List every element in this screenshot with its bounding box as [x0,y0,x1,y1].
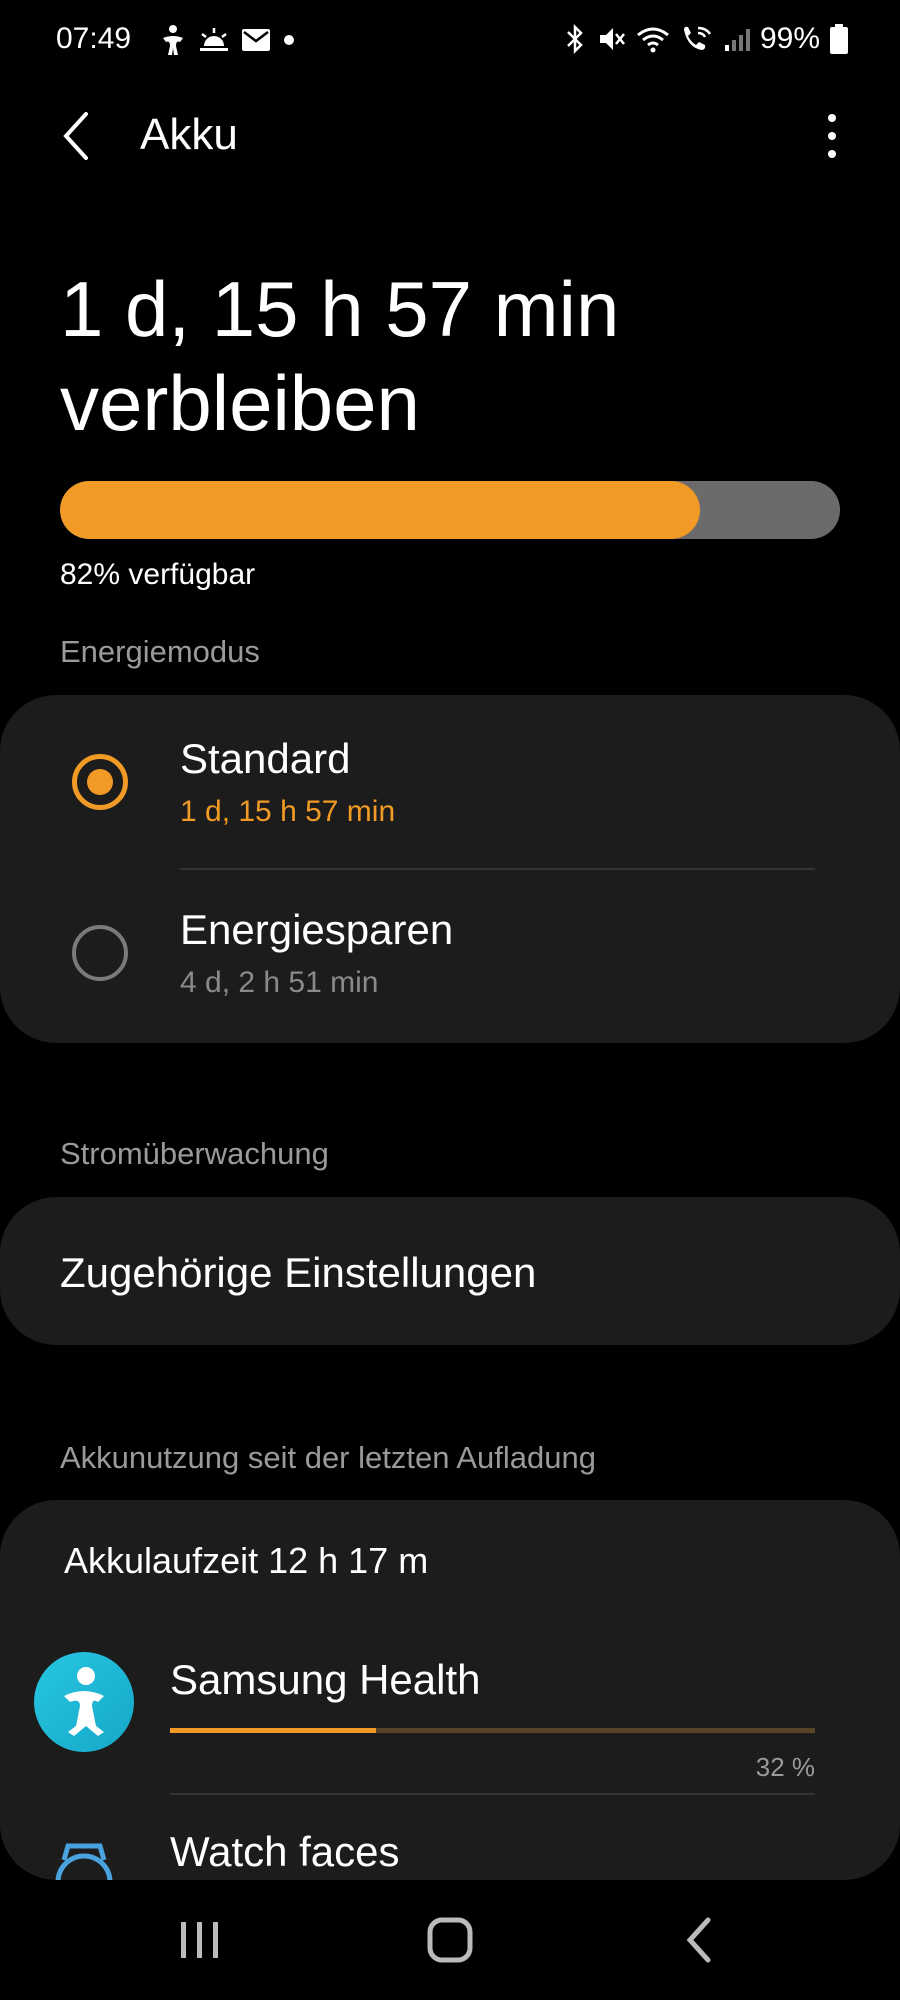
usage-bar [170,1728,815,1733]
mode-title: Energiesparen [180,906,454,953]
battery-icon [830,24,848,54]
recent-apps-icon [181,1922,218,1958]
battery-level-fill [60,481,700,539]
battery-time: Akkulaufzeit 12 h 17 m [64,1540,429,1581]
recent-apps-button[interactable] [160,1910,240,1970]
usage-percent: 32 % [755,1752,815,1782]
battery-percent: 99% [759,22,820,55]
wifi-call-icon [680,24,714,54]
app-name: Watch faces [170,1828,400,1875]
home-icon [427,1917,473,1963]
battery-level-bar [60,481,840,539]
mode-option-standard[interactable]: Standard 1 d, 15 h 57 min [0,695,900,865]
nav-back-button[interactable] [660,1910,740,1970]
related-settings-label: Zugehörige Einstellungen [60,1249,537,1296]
power-monitor-section-label: Stromüberwachung [60,1136,329,1171]
power-mode-card: Standard 1 d, 15 h 57 min Energiesparen … [0,695,900,1043]
radio-unselected[interactable] [72,925,128,981]
navigation-bar [0,1880,900,2000]
back-icon [686,1917,711,1963]
remaining-time-value: 1 d, 15 h 57 min [60,265,620,353]
related-settings-card[interactable]: Zugehörige Einstellungen [0,1197,900,1345]
page-title: Akku [140,110,238,159]
notification-icons [160,24,296,56]
dot-icon [282,33,296,47]
usage-section-label: Akkunutzung seit der letzten Aufladung [60,1440,596,1475]
radio-selected[interactable] [72,754,128,810]
mode-option-power-saving[interactable]: Energiesparen 4 d, 2 h 51 min [0,870,900,1040]
chevron-left-icon [63,112,88,160]
back-button[interactable] [54,108,104,164]
app-bar: Akku [0,90,900,180]
mail-icon [242,29,270,51]
samsung-health-icon [34,1652,134,1752]
mode-title: Standard [180,735,351,782]
power-mode-section-label: Energiemodus [60,634,260,669]
remaining-time-label: verbleiben [60,359,420,447]
system-icons: 99% [564,22,848,56]
app-name: Samsung Health [170,1656,481,1703]
mode-estimate: 4 d, 2 h 51 min [180,966,379,999]
sunrise-icon [198,26,230,54]
watch-face-icon [34,1830,134,1880]
remaining-time: 1 d, 15 h 57 min verbleiben [60,262,860,450]
usage-bar-fill [170,1728,377,1733]
wifi-icon [636,25,670,53]
more-options-button[interactable] [812,108,852,164]
more-vert-icon [828,114,836,158]
divider [170,1793,815,1795]
status-time: 07:49 [56,22,132,55]
accessibility-icon [160,24,186,56]
status-bar: 07:49 99% [0,0,900,80]
home-button[interactable] [410,1910,490,1970]
mode-estimate: 1 d, 15 h 57 min [180,795,396,828]
bluetooth-icon [564,24,586,54]
mute-icon [596,24,626,54]
battery-available: 82% verfügbar [60,558,256,591]
signal-icon [724,27,750,51]
usage-card: Akkulaufzeit 12 h 17 m Samsung Health 32… [0,1500,900,1880]
